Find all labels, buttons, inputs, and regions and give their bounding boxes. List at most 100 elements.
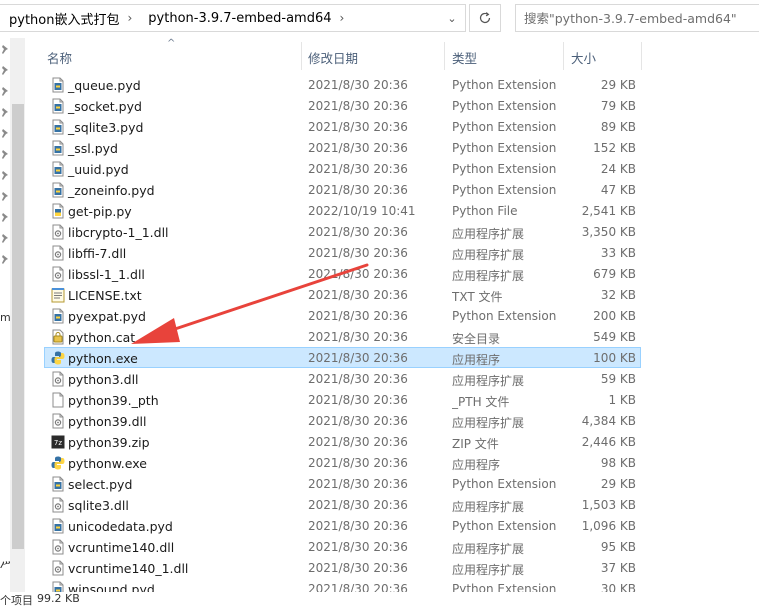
column-divider[interactable] [563,42,564,70]
column-divider[interactable] [641,42,642,70]
file-row[interactable]: _uuid.pyd 2021/8/30 20:36 Python Extension… [44,158,641,179]
python-exe-icon [50,350,66,366]
file-row[interactable]: python.cat 2021/8/30 20:36 安全目录 549 KB [44,326,641,347]
file-type: 应用程序扩展 [452,374,525,388]
pin-icon[interactable] [0,149,10,161]
file-row[interactable]: pythonw.exe 2021/8/30 20:36 应用程序 98 KB [44,452,641,473]
chevron-down-icon[interactable]: ⌄ [439,5,465,31]
pin-icon[interactable] [0,191,10,203]
file-row[interactable]: vcruntime140.dll 2021/8/30 20:36 应用程序扩展 95 … [44,536,641,557]
file-name: libcrypto-1_1.dll [68,225,169,240]
file-row[interactable]: _zoneinfo.pyd 2021/8/30 20:36 Python Exten… [44,179,641,200]
file-date: 2021/8/30 20:36 [308,477,408,491]
file-type: Python Extension Module [452,477,556,491]
file-size: 79 KB [600,99,636,113]
file-row[interactable]: libssl-1_1.dll 2021/8/30 20:36 应用程序扩展 679 K… [44,263,641,284]
pyd-icon [50,119,66,135]
column-header-name[interactable]: 名称 [47,48,72,67]
file-type: TXT 文件 [452,290,503,304]
file-row[interactable]: vcruntime140_1.dll 2021/8/30 20:36 应用程序扩展 3… [44,557,641,578]
column-header-type[interactable]: 类型 [452,48,477,67]
file-name: _zoneinfo.pyd [68,183,155,198]
file-row[interactable]: winsound.pyd 2021/8/30 20:36 Python Extens… [44,578,641,592]
file-name: unicodedata.pyd [68,519,173,534]
search-input[interactable] [516,9,759,27]
file-type: 应用程序扩展 [452,500,525,514]
file-row[interactable]: 7z python39.zip 2021/8/30 20:36 ZIP 文件 2,446… [44,431,641,452]
pin-icon[interactable] [0,128,10,140]
file-row[interactable]: pyexpat.pyd 2021/8/30 20:36 Python Extensi… [44,305,641,326]
file-name: python.cat [68,330,136,345]
pin-icon[interactable] [0,233,10,245]
pin-icon[interactable] [0,254,10,266]
pin-icon[interactable] [0,86,10,98]
file-row[interactable]: select.pyd 2021/8/30 20:36 Python Extensio… [44,473,641,494]
breadcrumb-chevron-icon[interactable]: › [334,11,351,25]
breadcrumb-current-folder[interactable]: python-3.9.7-embed-amd64 [138,11,333,26]
file-row[interactable]: sqlite3.dll 2021/8/30 20:36 应用程序扩展 1,503 KB [44,494,641,515]
file-date: 2021/8/30 20:36 [308,540,408,554]
file-list: ^ 名称 修改日期 类型 大小 _queue.pyd 2021/8/30 20:3… [38,38,759,592]
file-row[interactable]: python3.dll 2021/8/30 20:36 应用程序扩展 59 KB [44,368,641,389]
file-name: _socket.pyd [68,99,142,114]
file-size: 4,384 KB [581,414,636,428]
nav-scrollbar-thumb[interactable] [12,104,24,549]
file-date: 2021/8/30 20:36 [308,435,408,449]
file-size: 89 KB [600,120,636,134]
file-size: 29 KB [600,477,636,491]
file-row[interactable]: unicodedata.pyd 2021/8/30 20:36 Python Ext… [44,515,641,536]
file-row[interactable]: python39._pth 2021/8/30 20:36 _PTH 文件 1 KB [44,389,641,410]
file-size: 32 KB [600,288,636,302]
file-type: Python Extension Module [452,120,556,134]
file-type: Python Extension Module [452,519,556,533]
file-row[interactable]: _sqlite3.pyd 2021/8/30 20:36 Python Extens… [44,116,641,137]
pin-icon[interactable] [0,170,10,182]
file-name: vcruntime140.dll [68,540,175,555]
file-date: 2022/10/19 10:41 [308,204,416,218]
file-size: 679 KB [593,267,636,281]
column-divider[interactable] [301,42,302,70]
sort-ascending-icon: ^ [167,38,176,49]
file-name: sqlite3.dll [68,498,129,513]
file-date: 2021/8/30 20:36 [308,519,408,533]
file-type: 安全目录 [452,332,501,346]
status-bar: 个项目 99.2 KB [0,592,759,607]
status-item-count: 个项目 [0,594,33,607]
file-row-selected[interactable]: python.exe 2021/8/30 20:36 应用程序 100 KB [44,347,641,368]
address-toolbar: python嵌入式打包 › python-3.9.7-embed-amd64 ›… [0,0,759,38]
pin-icon[interactable] [0,212,10,224]
file-row[interactable]: _socket.pyd 2021/8/30 20:36 Python Extensi… [44,95,641,116]
file-row[interactable]: get-pip.py 2022/10/19 10:41 Python File 2,5… [44,200,641,221]
address-bar[interactable]: python嵌入式打包 › python-3.9.7-embed-amd64 ›… [0,4,466,32]
file-name: pyexpat.pyd [68,309,146,324]
refresh-button[interactable] [469,4,501,32]
file-name: libssl-1_1.dll [68,267,145,282]
navigation-pane: m ሥ [0,38,26,592]
file-row[interactable]: _queue.pyd 2021/8/30 20:36 Python Extensio… [44,74,641,95]
file-row[interactable]: libcrypto-1_1.dll 2021/8/30 20:36 应用程序扩展 3,… [44,221,641,242]
breadcrumb-chevron-icon[interactable]: › [121,11,138,25]
file-type: Python Extension Module [452,141,556,155]
file-name: _sqlite3.pyd [68,120,144,135]
breadcrumb-python-pack[interactable]: python嵌入式打包 [0,9,121,28]
file-type: Python Extension Module [452,99,556,113]
file-row[interactable]: python39.dll 2021/8/30 20:36 应用程序扩展 4,384 K… [44,410,641,431]
search-field[interactable] [515,4,759,32]
pin-icon[interactable] [0,44,10,56]
pyd-icon [50,182,66,198]
file-size: 1,503 KB [581,498,636,512]
file-row[interactable]: LICENSE.txt 2021/8/30 20:36 TXT 文件 32 KB [44,284,641,305]
file-row[interactable]: libffi-7.dll 2021/8/30 20:36 应用程序扩展 33 KB [44,242,641,263]
pin-icon[interactable] [0,107,10,119]
column-header-size[interactable]: 大小 [571,48,596,67]
file-date: 2021/8/30 20:36 [308,414,408,428]
file-size: 152 KB [593,141,636,155]
nav-item-fragment[interactable]: ሥ [0,558,10,572]
dll-icon [50,245,66,261]
column-divider[interactable] [444,42,445,70]
file-type: Python Extension Module [452,309,556,323]
file-date: 2021/8/30 20:36 [308,183,408,197]
file-row[interactable]: _ssl.pyd 2021/8/30 20:36 Python Extension … [44,137,641,158]
column-header-date[interactable]: 修改日期 [308,48,358,67]
pin-icon[interactable] [0,65,10,77]
